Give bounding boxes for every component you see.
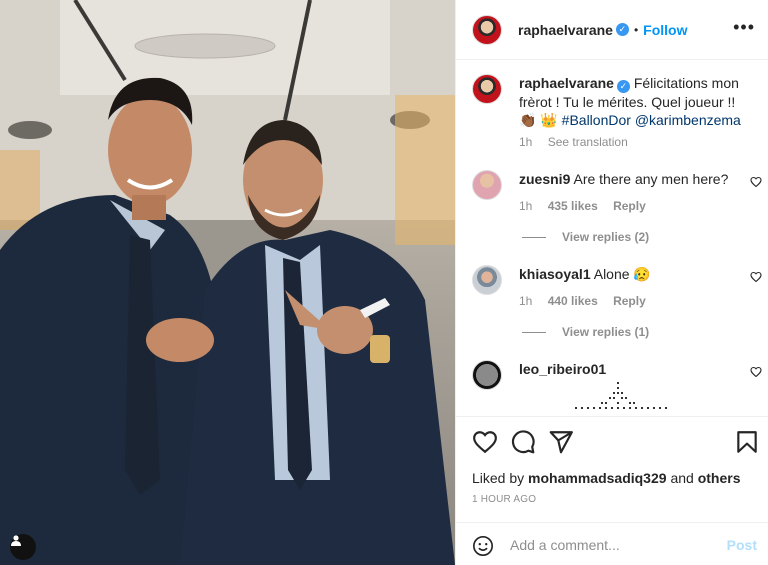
user-icon	[11, 535, 21, 546]
verified-badge-icon: ✓	[615, 23, 629, 36]
caption-meta: 1h See translation	[519, 133, 744, 151]
view-replies-button[interactable]: View replies (1)	[522, 325, 649, 339]
caption-username[interactable]: raphaelvarane	[519, 75, 614, 91]
emoji-icon[interactable]	[472, 535, 494, 557]
comment-text: Are there any men here?	[573, 171, 729, 187]
add-comment-input[interactable]: Add a comment...	[510, 537, 620, 553]
comment-time: 1h	[519, 294, 533, 308]
comment-username[interactable]: zuesni9	[519, 171, 570, 187]
mention-link[interactable]: @karimbenzema	[635, 112, 741, 128]
share-icon[interactable]	[548, 429, 574, 455]
caption-time: 1h	[519, 135, 533, 149]
liked-and: and	[670, 470, 694, 486]
comment-meta: 1h 435 likes Reply	[519, 197, 744, 215]
bookmark-icon[interactable]	[734, 429, 760, 455]
comment-username[interactable]: leo_ribeiro01	[519, 361, 606, 377]
heart-icon[interactable]	[750, 366, 762, 378]
separator-dot: •	[633, 22, 639, 37]
comments-list[interactable]: raphaelvarane ✓ Félicitations mon frèrot …	[456, 61, 768, 416]
comment-text: Alone 😥	[593, 266, 651, 282]
avatar[interactable]	[472, 170, 502, 200]
heart-icon[interactable]	[750, 176, 762, 188]
post-comment-button[interactable]: Post	[727, 537, 757, 553]
comment-time: 1h	[519, 199, 533, 213]
avatar[interactable]	[472, 74, 502, 104]
heart-icon[interactable]	[750, 271, 762, 283]
follow-button[interactable]: Follow	[643, 22, 687, 38]
divider	[522, 236, 546, 238]
comment-body: khiasoyal1 Alone 😥 1h 440 likes Reply	[519, 265, 744, 310]
post-photo[interactable]	[0, 0, 455, 565]
add-comment-bar: Add a comment... Post	[456, 522, 768, 565]
avatar[interactable]	[472, 14, 502, 45]
caption-body: raphaelvarane ✓ Félicitations mon frèrot …	[519, 74, 744, 151]
more-options-icon[interactable]: •••	[733, 18, 755, 36]
liked-by: Liked by mohammadsadiq329 and others	[472, 470, 740, 486]
post-side-panel: raphaelvarane ✓ • Follow ••• raphaelvara…	[455, 0, 768, 565]
ascii-art-icon	[575, 382, 667, 409]
liked-prefix: Liked by	[472, 470, 525, 486]
action-icons	[470, 429, 760, 455]
liked-others-link[interactable]: others	[698, 470, 741, 486]
comment-likes[interactable]: 435 likes	[548, 199, 598, 213]
hashtag-link[interactable]: #BallonDor	[562, 112, 631, 128]
heart-icon[interactable]	[472, 429, 498, 455]
comment-meta: 1h 440 likes Reply	[519, 292, 744, 310]
comment-body: zuesni9 Are there any men here? 1h 435 l…	[519, 170, 744, 215]
reply-button[interactable]: Reply	[613, 199, 646, 213]
post-actions: Liked by mohammadsadiq329 and others 1 H…	[456, 416, 768, 526]
liked-user-link[interactable]: mohammadsadiq329	[528, 470, 667, 486]
players-photo-illustration	[0, 0, 455, 565]
view-replies-button[interactable]: View replies (2)	[522, 230, 649, 244]
divider	[522, 331, 546, 333]
avatar[interactable]	[472, 360, 502, 390]
comment-icon[interactable]	[510, 429, 536, 455]
comment-username[interactable]: khiasoyal1	[519, 266, 591, 282]
avatar[interactable]	[472, 265, 502, 295]
verified-badge-icon: ✓	[616, 80, 630, 93]
tag-people-button[interactable]	[10, 534, 36, 560]
post-header: raphaelvarane ✓ • Follow •••	[456, 0, 768, 60]
post-time[interactable]: 1 HOUR AGO	[472, 494, 536, 505]
view-replies-label: View replies (1)	[562, 325, 650, 339]
comment-likes[interactable]: 440 likes	[548, 294, 598, 308]
comment-body: leo_ribeiro01	[519, 360, 744, 412]
view-replies-label: View replies (2)	[562, 230, 650, 244]
post-author-username[interactable]: raphaelvarane	[518, 22, 613, 38]
see-translation-link[interactable]: See translation	[548, 135, 628, 149]
reply-button[interactable]: Reply	[613, 294, 646, 308]
